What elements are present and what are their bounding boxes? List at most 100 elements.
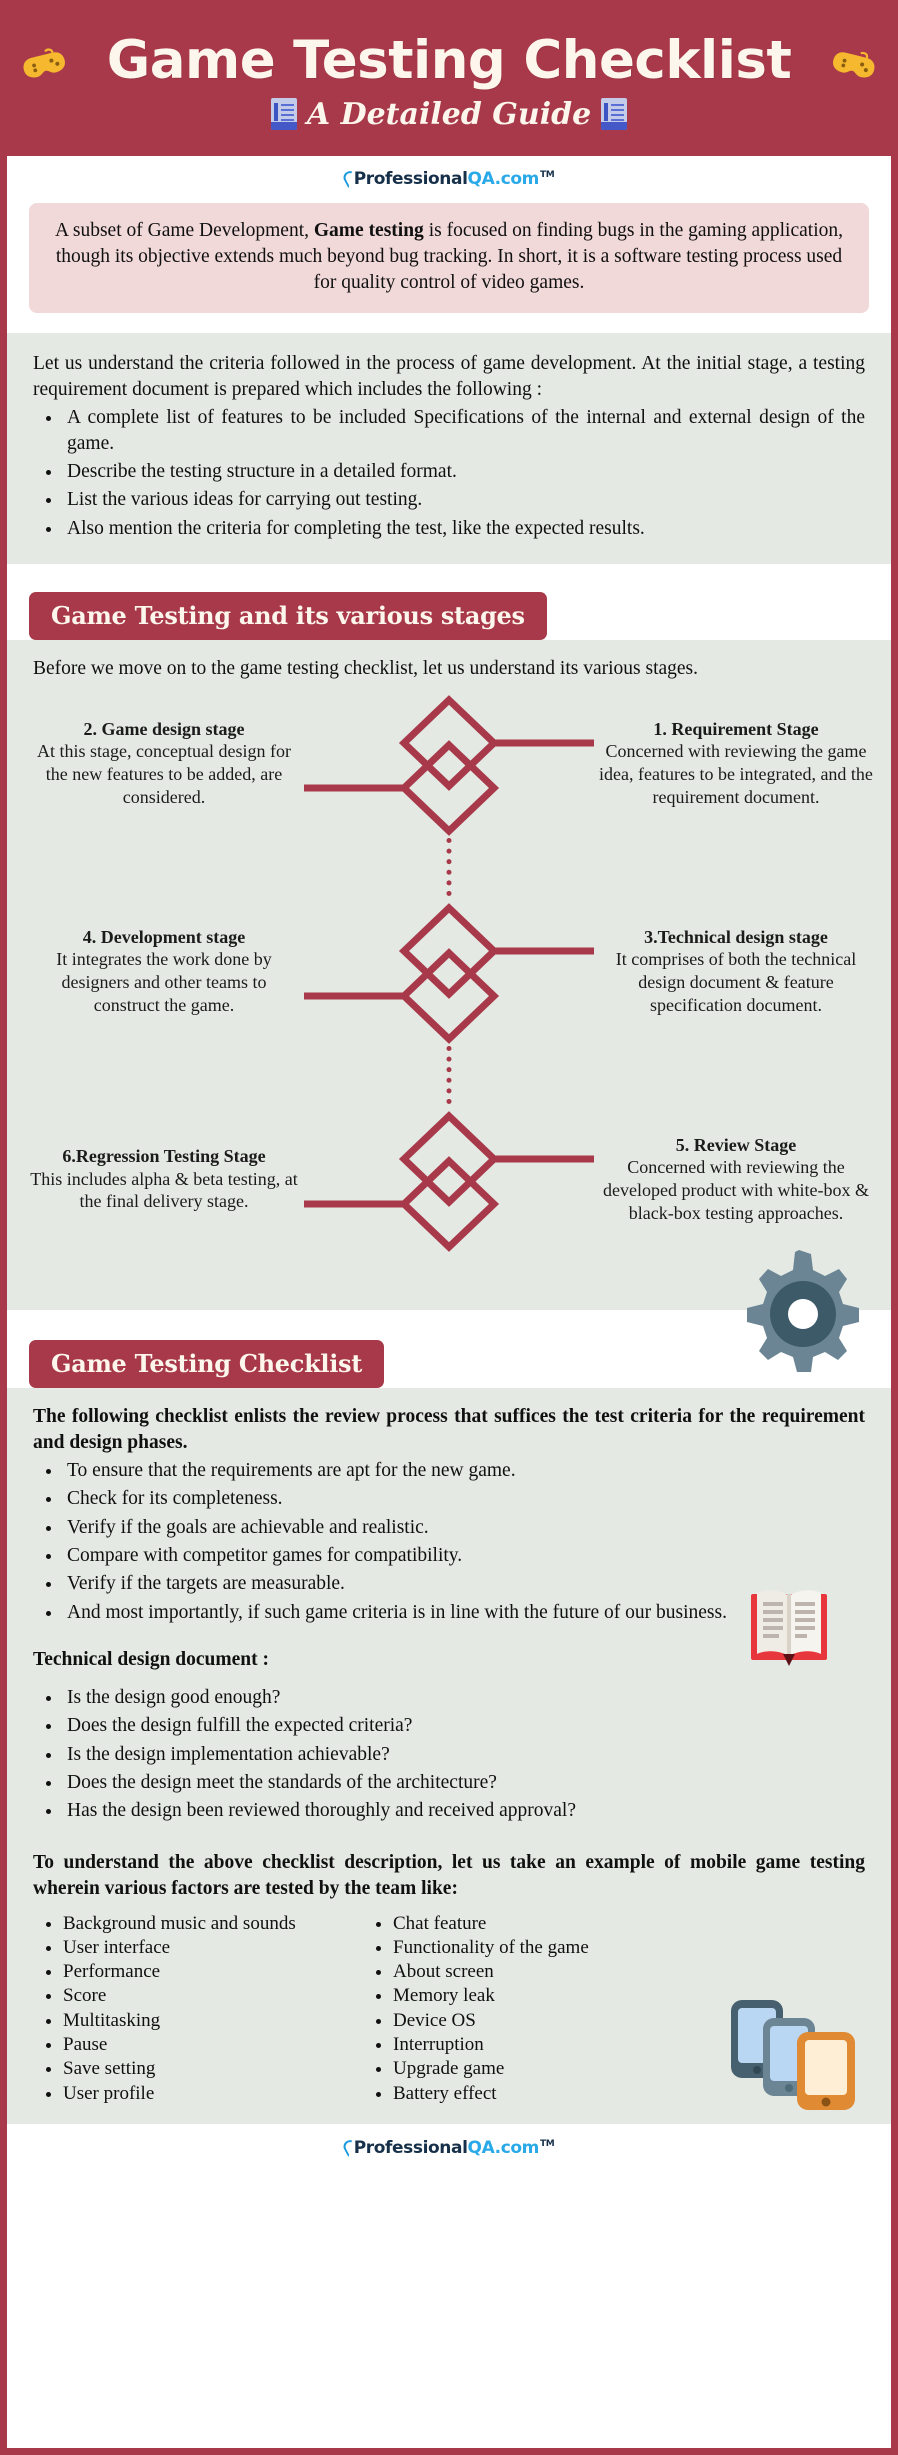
- list-item: Background music and sounds: [63, 1912, 363, 1936]
- stage-title: 1. Requirement Stage: [653, 718, 819, 739]
- stage-body: It integrates the work done by designers…: [56, 949, 272, 1015]
- header: Game Testing Checklist A Detailed Guide: [7, 7, 891, 156]
- factors-columns: Background music and sounds User interfa…: [33, 1912, 865, 2110]
- stage-title: 4. Development stage: [82, 926, 246, 947]
- stages-heading-wrap: Game Testing and its various stages: [7, 591, 891, 640]
- document-lines: [611, 104, 625, 122]
- logo-text-blue: QA.com: [467, 168, 540, 189]
- mobile-devices-icon: [731, 2000, 855, 2110]
- tdd-heading: Technical design document :: [33, 1649, 270, 1671]
- list-item: Compare with competitor games for compat…: [63, 1543, 865, 1568]
- stage-body: Concerned with reviewing the developed p…: [603, 1157, 869, 1223]
- intro-bold-term: Game testing: [313, 219, 424, 241]
- stage-body: At this stage, conceptual design for the…: [37, 741, 291, 807]
- stage-body: This includes alpha & beta testing, at t…: [30, 1168, 298, 1212]
- stage-title: 6.Regression Testing Stage: [62, 1146, 266, 1167]
- logo-bar-top: ProfessionalQA.comTM: [7, 155, 891, 199]
- stage-text-5: 5. Review Stage Concerned with reviewing…: [591, 1134, 881, 1225]
- factors-column-2: Chat feature Functionality of the game A…: [363, 1912, 693, 2107]
- document-lines: [280, 104, 294, 122]
- list-item: About screen: [393, 1960, 693, 1984]
- section-heading-stages: Game Testing and its various stages: [29, 591, 547, 640]
- diamond-node-diagram: [304, 1111, 594, 1252]
- checklist-list: To ensure that the requirements are apt …: [63, 1458, 865, 1625]
- list-item: Also mention the criteria for completing…: [63, 516, 865, 541]
- logo-tm: TM: [539, 169, 555, 180]
- list-item: Score: [63, 1984, 363, 2008]
- list-item: Does the design meet the standards of th…: [63, 1770, 865, 1795]
- factors-list-2: Chat feature Functionality of the game A…: [393, 1912, 693, 2107]
- document-icon: [601, 98, 628, 131]
- list-item: Save setting: [63, 2057, 363, 2081]
- list-item: User interface: [63, 1936, 363, 1960]
- list-item: Verify if the targets are measurable.: [63, 1571, 865, 1596]
- stage-connector-dotted: [7, 838, 891, 896]
- stage-row: 6.Regression Testing Stage This includes…: [7, 1104, 891, 1254]
- open-book-icon: [751, 1590, 827, 1667]
- stage-text-4: 4. Development stage It integrates the w…: [19, 926, 309, 1017]
- criteria-paragraph: Let us understand the criteria followed …: [33, 353, 865, 401]
- list-item: Check for its completeness.: [63, 1486, 865, 1511]
- factors-list-1: Background music and sounds User interfa…: [63, 1912, 363, 2107]
- gear-icon: [735, 1244, 863, 1373]
- professionalqa-logo[interactable]: ProfessionalQA.comTM: [340, 168, 555, 189]
- list-item: Does the design fulfill the expected cri…: [63, 1713, 865, 1738]
- logo-text-dark: Professional: [353, 168, 468, 189]
- criteria-block: Let us understand the criteria followed …: [7, 333, 891, 564]
- diamond-node-diagram: [304, 695, 594, 836]
- list-item: Interruption: [393, 2033, 693, 2057]
- stage-body: It comprises of both the technical desig…: [615, 949, 857, 1015]
- intro-text-before: A subset of Game Development,: [55, 219, 314, 241]
- document-icon: [270, 98, 297, 131]
- section-heading-checklist: Game Testing Checklist: [29, 1340, 385, 1389]
- stages-intro-text: Before we move on to the game testing ch…: [33, 657, 699, 679]
- logo-tm: TM: [539, 2139, 555, 2150]
- list-item: Upgrade game: [393, 2057, 693, 2081]
- stages-section: Before we move on to the game testing ch…: [7, 639, 891, 1373]
- criteria-list: A complete list of features to be includ…: [63, 405, 865, 541]
- stage-title: 2. Game design stage: [83, 718, 245, 739]
- logo-bar-footer: ProfessionalQA.comTM: [7, 2124, 891, 2174]
- stage-text-2: 2. Game design stage At this stage, conc…: [19, 718, 309, 809]
- stage-title: 3.Technical design stage: [644, 926, 828, 947]
- stage-text-3: 3.Technical design stage It comprises of…: [591, 926, 881, 1017]
- list-item: User profile: [63, 2082, 363, 2106]
- list-item: To ensure that the requirements are apt …: [63, 1458, 865, 1483]
- list-item: Describe the testing structure in a deta…: [63, 459, 865, 484]
- list-item: Chat feature: [393, 1912, 693, 1936]
- professionalqa-logo-footer[interactable]: ProfessionalQA.comTM: [340, 2137, 555, 2158]
- stage-text-1: 1. Requirement Stage Concerned with revi…: [591, 718, 881, 809]
- stage-body: Concerned with reviewing the game idea, …: [599, 741, 873, 807]
- list-item: Memory leak: [393, 1984, 693, 2008]
- stage-row: 4. Development stage It integrates the w…: [7, 896, 891, 1046]
- list-item: Has the design been reviewed thoroughly …: [63, 1798, 865, 1823]
- intro-definition-block: A subset of Game Development, Game testi…: [29, 202, 869, 314]
- list-item: List the various ideas for carrying out …: [63, 487, 865, 512]
- example-lead: To understand the above checklist descri…: [33, 1851, 865, 1899]
- page-subtitle: A Detailed Guide: [306, 96, 592, 132]
- stage-row: 2. Game design stage At this stage, conc…: [7, 688, 891, 838]
- spacer: [7, 313, 891, 334]
- list-item: Performance: [63, 1960, 363, 1984]
- section-gap: [7, 563, 891, 592]
- factors-column-1: Background music and sounds User interfa…: [33, 1912, 363, 2107]
- list-item: Pause: [63, 2033, 363, 2057]
- infographic-page: Game Testing Checklist A Detailed Guide …: [0, 0, 898, 2455]
- list-item: Is the design implementation achievable?: [63, 1742, 865, 1767]
- checklist-section: The following checklist enlists the revi…: [7, 1388, 891, 2124]
- list-item: Battery effect: [393, 2082, 693, 2106]
- logo-text-dark: Professional: [353, 2138, 468, 2158]
- list-item: A complete list of features to be includ…: [63, 405, 865, 456]
- tdd-list: Is the design good enough? Does the desi…: [63, 1685, 865, 1824]
- list-item: And most importantly, if such game crite…: [63, 1600, 865, 1625]
- list-item: Is the design good enough?: [63, 1685, 865, 1710]
- list-item: Functionality of the game: [393, 1936, 693, 1960]
- checklist-lead: The following checklist enlists the revi…: [33, 1406, 865, 1454]
- stage-title: 5. Review Stage: [675, 1134, 797, 1155]
- stage-connector-dotted: [7, 1046, 891, 1104]
- list-item: Device OS: [393, 2009, 693, 2033]
- subtitle-row: A Detailed Guide: [7, 97, 891, 132]
- stage-text-6: 6.Regression Testing Stage This includes…: [19, 1145, 309, 1213]
- list-item: Multitasking: [63, 2009, 363, 2033]
- page-title: Game Testing Checklist: [106, 30, 792, 91]
